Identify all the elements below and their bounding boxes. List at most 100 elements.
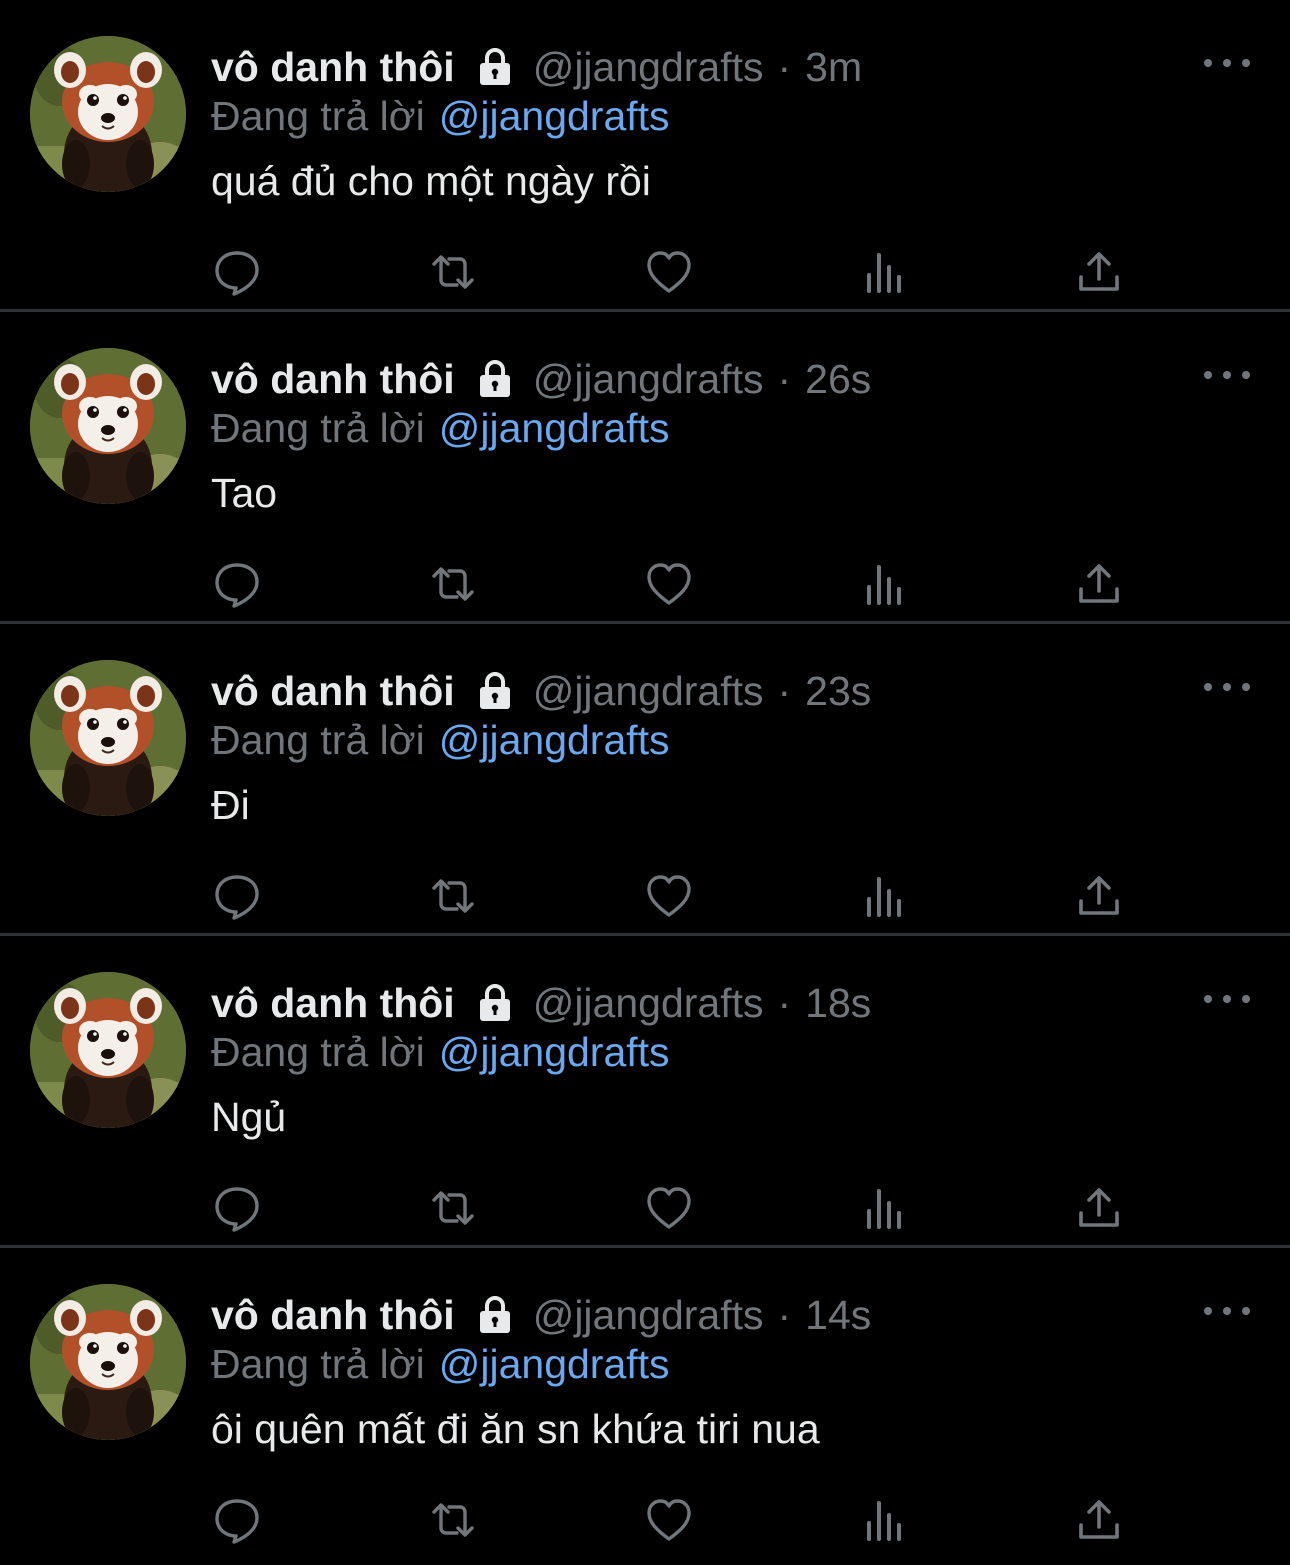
more-dot (1223, 1307, 1231, 1315)
display-name[interactable]: vô danh thôi (211, 668, 455, 715)
views-button[interactable] (857, 868, 913, 924)
reply-to-handle[interactable]: @jjangdrafts (439, 717, 670, 764)
avatar[interactable] (30, 972, 186, 1128)
timestamp[interactable]: 23s (805, 668, 871, 715)
share-button[interactable] (1071, 1180, 1127, 1236)
views-button[interactable] (857, 1492, 913, 1548)
display-name[interactable]: vô danh thôi (211, 356, 455, 403)
separator-dot: · (777, 979, 792, 1026)
timestamp[interactable]: 14s (805, 1292, 871, 1339)
tweet-actions (0, 1180, 1290, 1236)
like-button[interactable] (641, 1180, 697, 1236)
avatar[interactable] (30, 348, 186, 504)
user-handle[interactable]: @jjangdrafts (533, 356, 764, 403)
replying-to-line: Đang trả lời @jjangdrafts (211, 90, 670, 142)
views-icon (867, 565, 901, 605)
more-dot (1204, 371, 1212, 379)
retweet-button[interactable] (425, 556, 481, 612)
reply-icon (215, 875, 259, 920)
more-dot (1204, 683, 1212, 691)
timestamp[interactable]: 3m (805, 44, 862, 91)
like-button[interactable] (641, 244, 697, 300)
red-panda-avatar-image (30, 660, 186, 816)
tweet-actions (0, 868, 1290, 924)
user-handle[interactable]: @jjangdrafts (533, 980, 764, 1027)
share-button[interactable] (1071, 868, 1127, 924)
retweet-button[interactable] (425, 868, 481, 924)
lock-icon (473, 45, 517, 89)
reply-button[interactable] (209, 1492, 265, 1548)
reply-to-handle[interactable]: @jjangdrafts (439, 1341, 670, 1388)
like-icon (647, 563, 691, 605)
lock-icon (473, 357, 517, 401)
avatar[interactable] (30, 1284, 186, 1440)
retweet-icon (432, 1503, 474, 1537)
reply-to-handle[interactable]: @jjangdrafts (439, 405, 670, 452)
more-dot (1242, 683, 1250, 691)
more-options-button[interactable] (1204, 362, 1250, 388)
lock-icon (473, 669, 517, 713)
tweet-actions (0, 244, 1290, 300)
separator-dot: · (777, 43, 792, 90)
retweet-button[interactable] (425, 244, 481, 300)
more-dot (1204, 1307, 1212, 1315)
tweet-text: Tao (211, 470, 278, 516)
views-button[interactable] (857, 1180, 913, 1236)
more-options-button[interactable] (1204, 50, 1250, 76)
reply-button[interactable] (209, 556, 265, 612)
more-options-button[interactable] (1204, 1298, 1250, 1324)
share-icon (1079, 252, 1119, 291)
reply-to-handle[interactable]: @jjangdrafts (439, 1029, 670, 1076)
share-icon (1079, 564, 1119, 603)
like-button[interactable] (641, 1492, 697, 1548)
more-dot (1242, 995, 1250, 1003)
like-icon (647, 1499, 691, 1541)
tweet[interactable]: vô danh thôi @jjangdrafts · 18s Đang trả… (0, 936, 1290, 1248)
tweet-feed: vô danh thôi @jjangdrafts · 3m Đang trả … (0, 0, 1290, 1565)
display-name[interactable]: vô danh thôi (211, 1292, 455, 1339)
tweet[interactable]: vô danh thôi @jjangdrafts · 23s Đang trả… (0, 624, 1290, 936)
reply-to-handle[interactable]: @jjangdrafts (439, 93, 670, 140)
avatar[interactable] (30, 660, 186, 816)
retweet-icon (432, 567, 474, 601)
user-handle[interactable]: @jjangdrafts (533, 44, 764, 91)
more-options-button[interactable] (1204, 674, 1250, 700)
more-dot (1223, 59, 1231, 67)
tweet-text: ôi quên mất đi ăn sn khứa tiri nua (211, 1406, 820, 1452)
share-button[interactable] (1071, 244, 1127, 300)
tweet-header: vô danh thôi @jjangdrafts · 26s (211, 352, 871, 406)
more-options-button[interactable] (1204, 986, 1250, 1012)
timestamp[interactable]: 18s (805, 980, 871, 1027)
tweet-header: vô danh thôi @jjangdrafts · 18s (211, 976, 871, 1030)
display-name[interactable]: vô danh thôi (211, 980, 455, 1027)
timestamp[interactable]: 26s (805, 356, 871, 403)
share-button[interactable] (1071, 1492, 1127, 1548)
share-button[interactable] (1071, 556, 1127, 612)
views-button[interactable] (857, 244, 913, 300)
like-button[interactable] (641, 556, 697, 612)
like-button[interactable] (641, 868, 697, 924)
user-handle[interactable]: @jjangdrafts (533, 668, 764, 715)
retweet-button[interactable] (425, 1492, 481, 1548)
user-handle[interactable]: @jjangdrafts (533, 1292, 764, 1339)
more-dot (1223, 683, 1231, 691)
avatar[interactable] (30, 36, 186, 192)
reply-button[interactable] (209, 1180, 265, 1236)
views-button[interactable] (857, 556, 913, 612)
tweet[interactable]: vô danh thôi @jjangdrafts · 14s Đang trả… (0, 1248, 1290, 1558)
lock-icon (473, 981, 517, 1025)
reply-button[interactable] (209, 244, 265, 300)
views-icon (867, 1501, 901, 1541)
tweet[interactable]: vô danh thôi @jjangdrafts · 26s Đang trả… (0, 312, 1290, 624)
like-icon (647, 1187, 691, 1229)
tweet[interactable]: vô danh thôi @jjangdrafts · 3m Đang trả … (0, 0, 1290, 312)
like-icon (647, 251, 691, 293)
retweet-button[interactable] (425, 1180, 481, 1236)
tweet-actions (0, 556, 1290, 612)
like-icon (647, 875, 691, 917)
reply-prefix: Đang trả lời (211, 1028, 425, 1075)
reply-button[interactable] (209, 868, 265, 924)
display-name[interactable]: vô danh thôi (211, 44, 455, 91)
separator-dot: · (777, 667, 792, 714)
replying-to-line: Đang trả lời @jjangdrafts (211, 402, 670, 454)
